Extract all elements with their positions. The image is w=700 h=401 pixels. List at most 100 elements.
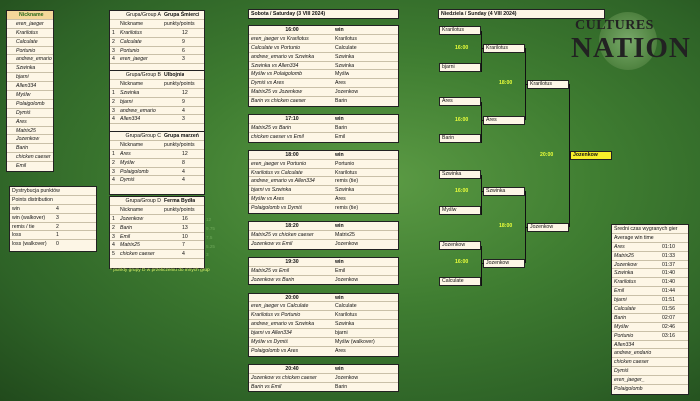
group-points: 9 bbox=[182, 98, 185, 105]
group-player: Calculate bbox=[120, 38, 142, 45]
win-time-title-pl: Średni czas wygranych gier bbox=[614, 226, 678, 232]
group-rank: 2 bbox=[112, 159, 115, 166]
group-row: 2 Calculate 9 bbox=[110, 38, 204, 47]
group-label-row: Grupa/Group C Grupa marzeń bbox=[110, 132, 204, 141]
round2-player: Krarilotus bbox=[483, 44, 525, 53]
nickname-value: Matrix25 bbox=[16, 127, 36, 134]
points-row: win (walkover) 3 bbox=[10, 214, 96, 223]
group-rank: 3 bbox=[112, 107, 115, 114]
nickname-index bbox=[7, 91, 16, 99]
match-winner: Jozenkow bbox=[335, 240, 359, 247]
group-points: 3 bbox=[182, 116, 185, 123]
nickname-index bbox=[7, 127, 16, 135]
win-time-player: Calculate bbox=[614, 306, 636, 313]
group-row: 1 Krarilotus 12 bbox=[110, 29, 204, 38]
group-name: Ulbojnia bbox=[164, 72, 185, 78]
nickname-value: chicken caeser bbox=[16, 154, 51, 161]
champion: Jozenkow bbox=[570, 151, 612, 160]
group-points: 12 bbox=[182, 150, 188, 157]
nickname-row: Portunio bbox=[7, 47, 53, 56]
match-row: Matrix25 vs chicken caeser Matrix25 bbox=[249, 231, 398, 240]
match-pairing: Krarilotus vs Portunio bbox=[251, 312, 301, 319]
group-adjusted-points: 12 bbox=[206, 216, 212, 222]
nickname-value: Szwinka bbox=[16, 65, 36, 72]
group-column-header: Nickname punkty/points bbox=[110, 206, 204, 215]
win-time-value: 03:16 bbox=[662, 332, 675, 339]
match-row: Myślw vs Ares Ares bbox=[249, 195, 398, 205]
round1-player: Myślw bbox=[439, 206, 481, 215]
group-rank: 3 bbox=[112, 168, 115, 175]
group-rank: 1 bbox=[112, 150, 115, 157]
match-row: Jozenkow vs Barin Jozenkow bbox=[249, 276, 398, 285]
bracket-time: 18:00 bbox=[499, 80, 513, 86]
win-time-row: Myślw 02:46 bbox=[612, 323, 688, 332]
group-table: Grupa/Group D Ferma Bydła Nickname punkty/p… bbox=[109, 196, 205, 270]
win-time-row: Jozenkow 01:37 bbox=[612, 261, 688, 270]
win-time-player: Emil bbox=[614, 288, 625, 295]
win-time-player: Polaigolomb bbox=[614, 386, 643, 393]
group-rank: 1 bbox=[112, 215, 115, 222]
group-rank: 1 bbox=[112, 89, 115, 96]
bracket-time: 16:00 bbox=[455, 117, 469, 123]
match-winner: Barin bbox=[335, 98, 348, 105]
semifinal-player: Jozenkow bbox=[527, 223, 569, 232]
group-player: Myślw bbox=[120, 159, 135, 166]
win-time-player: Barin bbox=[614, 314, 627, 321]
round1-player: Krarilotus bbox=[439, 26, 481, 35]
points-label: loss bbox=[12, 232, 22, 239]
win-time-row: Ares 01:10 bbox=[612, 243, 688, 252]
nickname-value: Calculate bbox=[16, 38, 38, 45]
slot-header: 20:40 win bbox=[249, 365, 398, 374]
match-row: andrew_emario vs Szwinka Szwinka bbox=[249, 53, 398, 62]
points-row: loss 1 bbox=[10, 231, 96, 241]
match-row: Jozenkow vs Emil Jozenkow bbox=[249, 240, 398, 249]
match-winner: Matrix25 bbox=[335, 231, 355, 238]
nickname-index bbox=[7, 47, 16, 55]
group-table: Grupa/Group C Grupa marzeń Nickname punkty/… bbox=[109, 131, 205, 196]
group-row: 3 Polaigolomb 4 bbox=[110, 168, 204, 177]
match-row: eren_jaeger vs Portunio Portunio bbox=[249, 160, 398, 169]
match-pairing: Polaigolomb vs Ares bbox=[251, 347, 299, 354]
match-pairing: Jozenkow vs chicken caeser bbox=[251, 374, 317, 381]
match-pairing: chicken caeser vs Emil bbox=[251, 133, 304, 140]
nickname-row: Matrix25 bbox=[7, 127, 53, 136]
group-points: 4 bbox=[182, 168, 185, 175]
group-points: 6 bbox=[182, 47, 185, 54]
cultures-nation-logo: CULTURES NATION bbox=[565, 8, 693, 70]
group-player: eren_jaeger bbox=[120, 56, 148, 63]
match-row: eren_jaeger vs Calculate Calculate bbox=[249, 302, 398, 312]
match-row: Calculate vs Portunio Calculate bbox=[249, 44, 398, 53]
match-winner: remis (tie) bbox=[335, 205, 359, 212]
group-points: 3 bbox=[182, 56, 185, 63]
nickname-value: Myślw bbox=[16, 92, 31, 99]
match-row: Polaigolomb vs Dymiś remis (tie) bbox=[249, 204, 398, 213]
slot-header: 20:00 win bbox=[249, 294, 398, 303]
win-time-title-en: Average win time bbox=[614, 234, 654, 241]
group-adjusted-points: 5.25 bbox=[206, 243, 215, 249]
group-player: chicken caeser bbox=[120, 251, 155, 258]
nickname-row: Barin bbox=[7, 144, 53, 154]
nickname-row: Krarilotus bbox=[7, 29, 53, 38]
group-row: 2 Barin 13 bbox=[110, 224, 204, 233]
match-row: Dymiś vs Ares Ares bbox=[249, 79, 398, 89]
round2-player: Jozenkow bbox=[483, 259, 525, 268]
group-row: 2 bjarni 9 bbox=[110, 98, 204, 107]
win-time-row: Calculate 01:56 bbox=[612, 305, 688, 314]
nickname-value: Ares bbox=[16, 118, 27, 125]
nickname-index bbox=[7, 118, 16, 126]
group-label-row: Grupa/Group A Grupa Śmierci bbox=[110, 11, 204, 20]
match-pairing: Matrix25 vs Jozenkow bbox=[251, 89, 303, 96]
match-pairing: andrew_emario vs Szwinka bbox=[251, 53, 315, 60]
match-row: Matrix25 vs Emil Emil bbox=[249, 267, 398, 276]
group-player: Krarilotus bbox=[120, 29, 142, 36]
win-time-player: Myślw bbox=[614, 323, 629, 330]
match-winner: Ares bbox=[335, 80, 346, 87]
nickname-index bbox=[7, 38, 16, 46]
group-adjusted-points: 7.5 bbox=[206, 234, 213, 240]
nickname-index bbox=[7, 100, 16, 108]
match-row: andrew_emario vs Allen334 remis (tie) bbox=[249, 177, 398, 187]
group-player: Szwinka bbox=[120, 89, 140, 96]
nickname-header: Nickname bbox=[7, 11, 53, 20]
slot-win-label: win bbox=[335, 151, 344, 158]
group-label: Grupa/Group C bbox=[125, 133, 161, 139]
